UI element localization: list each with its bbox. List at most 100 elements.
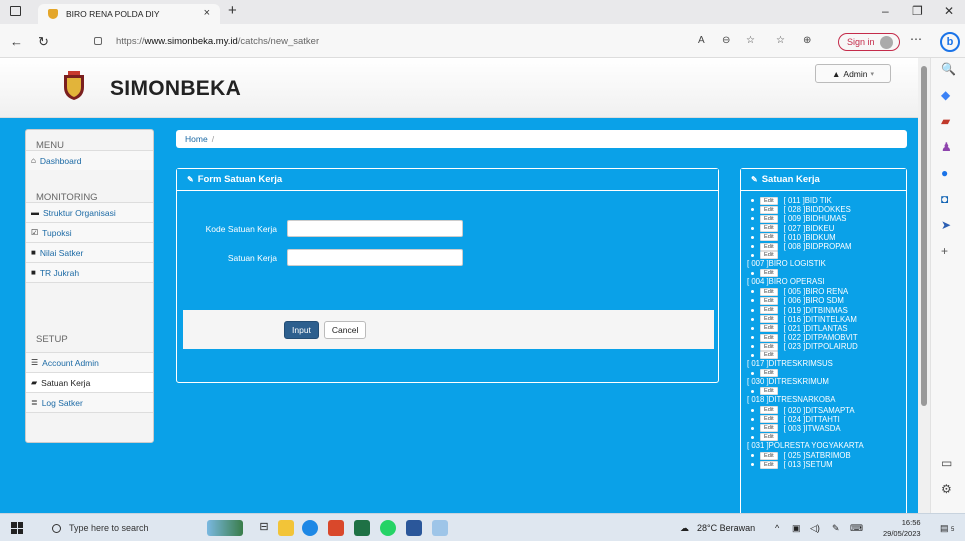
input-button[interactable]: Input bbox=[284, 320, 319, 339]
network-icon[interactable]: ▣ bbox=[792, 523, 801, 534]
sidebar-item-satuan[interactable]: ▰ Satuan Kerja bbox=[26, 372, 153, 392]
edit-button[interactable]: Edit bbox=[760, 369, 778, 378]
weather-widget-icon[interactable] bbox=[207, 520, 243, 536]
favorite-icon[interactable]: ☆ bbox=[746, 35, 755, 46]
pen-icon[interactable]: ✎ bbox=[832, 523, 840, 534]
search-icon[interactable]: 🔍 bbox=[941, 62, 956, 76]
bing-icon[interactable]: b bbox=[940, 32, 960, 52]
edit-button[interactable]: Edit bbox=[760, 233, 778, 242]
refresh-icon[interactable]: ↻ bbox=[38, 34, 49, 50]
edit-button[interactable]: Edit bbox=[760, 451, 778, 460]
tab-title: BIRO RENA POLDA DIY bbox=[66, 9, 160, 19]
admin-label: Admin bbox=[843, 68, 868, 79]
people-icon[interactable]: ♟ bbox=[941, 140, 952, 154]
excel-icon[interactable] bbox=[354, 520, 370, 536]
briefcase-icon[interactable]: ▰ bbox=[941, 114, 950, 128]
tab-actions-icon[interactable] bbox=[10, 6, 21, 16]
sidebar-item-tupoksi[interactable]: ☑ Tupoksi bbox=[26, 222, 153, 242]
sidebar-item-account[interactable]: ☰ Account Admin bbox=[26, 352, 153, 372]
collections-icon[interactable]: ⊕ bbox=[803, 35, 811, 46]
edit-button[interactable]: Edit bbox=[760, 242, 778, 251]
edit-button[interactable]: Edit bbox=[760, 333, 778, 342]
word-icon[interactable] bbox=[406, 520, 422, 536]
taskbar-clock[interactable]: 16:56 29/05/2023 bbox=[883, 517, 921, 539]
edit-button[interactable]: Edit bbox=[760, 306, 778, 315]
edit-button[interactable]: Edit bbox=[760, 269, 778, 278]
edit-button[interactable]: Edit bbox=[760, 351, 778, 360]
tray-chevron-icon[interactable]: ^ bbox=[775, 523, 779, 533]
edit-button[interactable]: Edit bbox=[760, 224, 778, 233]
minimize-icon[interactable]: – bbox=[882, 4, 889, 18]
split-screen-icon[interactable]: ▭ bbox=[941, 456, 952, 470]
list-item: Edit [ 025 ]SATBRIMOB bbox=[747, 451, 907, 460]
bullet-icon bbox=[751, 336, 754, 340]
taskbar-search[interactable]: Type here to search bbox=[44, 518, 198, 538]
keyboard-icon[interactable]: ⌨ bbox=[850, 523, 863, 534]
cancel-button[interactable]: Cancel bbox=[323, 320, 367, 339]
sign-in-button[interactable]: Sign in bbox=[838, 33, 900, 51]
clock-time: 16:56 bbox=[901, 518, 921, 527]
zoom-icon[interactable]: ⊖ bbox=[722, 35, 730, 46]
edit-button[interactable]: Edit bbox=[760, 387, 778, 396]
add-icon[interactable]: + bbox=[941, 244, 948, 258]
more-icon[interactable]: ⋯ bbox=[910, 32, 922, 46]
clock-date: 29/05/2023 bbox=[883, 529, 921, 538]
edit-button[interactable]: Edit bbox=[760, 342, 778, 351]
edit-button[interactable]: Edit bbox=[760, 251, 778, 260]
scrollbar-thumb[interactable] bbox=[921, 66, 927, 406]
satuan-item-label: [ 017 ]DITRESKRIMSUS bbox=[747, 359, 833, 369]
edit-button[interactable]: Edit bbox=[760, 324, 778, 333]
outlook-icon[interactable]: ◘ bbox=[941, 192, 948, 206]
sidebar-item-log[interactable]: ≣ Log Satker bbox=[26, 392, 153, 412]
edit-button[interactable]: Edit bbox=[760, 296, 778, 305]
breadcrumb-home-link[interactable]: Home bbox=[185, 134, 208, 144]
close-tab-icon[interactable]: × bbox=[204, 7, 210, 19]
kode-satuan-input[interactable] bbox=[287, 220, 463, 237]
satuan-item-label: [ 028 ]BIDDOKKES bbox=[783, 205, 851, 215]
edit-button[interactable]: Edit bbox=[760, 315, 778, 324]
url-field[interactable]: https://www.simonbeka.my.id/catchs/new_s… bbox=[88, 30, 826, 52]
admin-dropdown[interactable]: ▲ Admin ▾ bbox=[815, 64, 891, 83]
read-aloud-icon[interactable]: A bbox=[698, 35, 705, 46]
sidebar-item-trjukrah[interactable]: ■ TR Jukrah bbox=[26, 262, 153, 282]
notification-icon[interactable]: ▤ bbox=[940, 523, 949, 534]
favorites-list-icon[interactable]: ☆ bbox=[776, 35, 785, 46]
edit-button[interactable]: Edit bbox=[760, 205, 778, 214]
settings-icon[interactable]: ⚙ bbox=[941, 482, 952, 496]
new-tab-icon[interactable]: + bbox=[228, 2, 237, 19]
file-explorer-icon[interactable] bbox=[278, 520, 294, 536]
sidebar-item-struktur[interactable]: ▬ Struktur Organisasi bbox=[26, 202, 153, 222]
back-icon[interactable]: ← bbox=[10, 34, 23, 49]
sidebar-item-dashboard[interactable]: ⌂ Dashboard bbox=[26, 150, 153, 170]
restore-icon[interactable]: ❐ bbox=[912, 4, 923, 18]
paint-icon[interactable] bbox=[432, 520, 448, 536]
volume-icon[interactable]: ◁) bbox=[810, 523, 820, 534]
form-panel-title: ✎ Form Satuan Kerja bbox=[177, 169, 718, 191]
edge-icon[interactable] bbox=[302, 520, 318, 536]
edit-button[interactable]: Edit bbox=[760, 287, 778, 296]
task-view-icon[interactable]: ⊟ bbox=[256, 520, 272, 536]
edit-button[interactable]: Edit bbox=[760, 424, 778, 433]
edit-button[interactable]: Edit bbox=[760, 214, 778, 223]
circle-icon[interactable]: ● bbox=[941, 166, 948, 180]
edit-button[interactable]: Edit bbox=[760, 433, 778, 441]
bullet-icon bbox=[751, 199, 754, 203]
satuan-item-label: [ 022 ]DITPAMOBVIT bbox=[783, 333, 858, 343]
edit-button[interactable]: Edit bbox=[760, 406, 778, 415]
browser-tab[interactable]: BIRO RENA POLDA DIY × bbox=[38, 4, 220, 24]
whatsapp-icon[interactable] bbox=[380, 520, 396, 536]
tag-icon[interactable]: ◆ bbox=[941, 88, 950, 102]
send-icon[interactable]: ➤ bbox=[941, 218, 951, 232]
powerpoint-icon[interactable] bbox=[328, 520, 344, 536]
windows-start-icon[interactable] bbox=[11, 522, 23, 534]
weather-text[interactable]: 28°C Berawan bbox=[697, 523, 755, 533]
edit-button[interactable]: Edit bbox=[760, 196, 778, 205]
user-icon: ▲ bbox=[831, 68, 841, 79]
sidebar-item-nilai[interactable]: ■ Nilai Satker bbox=[26, 242, 153, 262]
edit-button[interactable]: Edit bbox=[760, 415, 778, 424]
bullet-icon bbox=[751, 235, 754, 239]
edit-button[interactable]: Edit bbox=[760, 460, 778, 469]
satuan-kerja-input[interactable] bbox=[287, 249, 463, 266]
close-window-icon[interactable]: ✕ bbox=[944, 4, 954, 18]
book-icon: ■ bbox=[31, 268, 36, 277]
